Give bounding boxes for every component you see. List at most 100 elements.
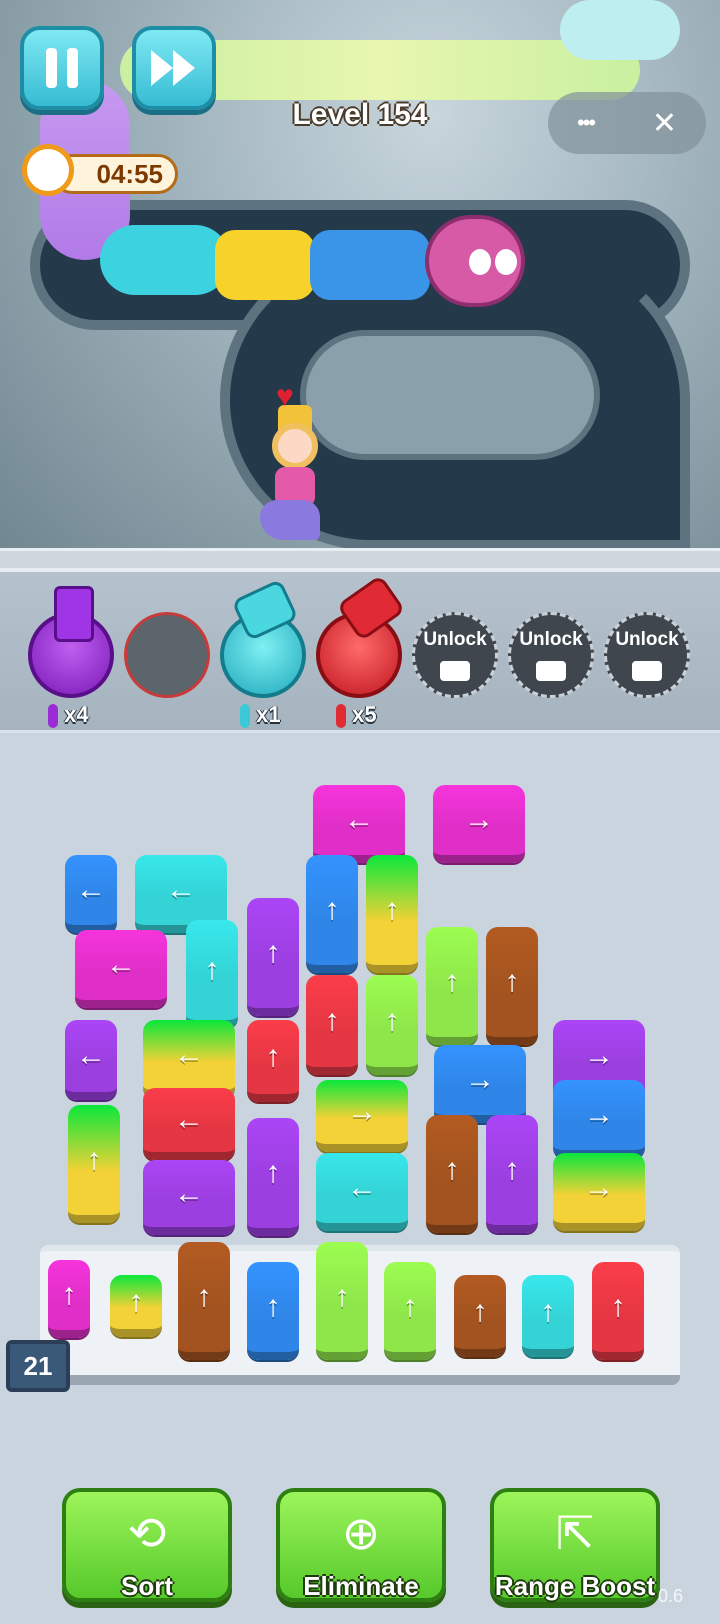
- block-red-up[interactable]: ↑: [306, 975, 358, 1075]
- arrow-up-icon: ↑: [265, 1290, 281, 1323]
- unlock-label: Unlock: [423, 629, 487, 650]
- block-brown-up[interactable]: ↑: [426, 1115, 478, 1233]
- block-green-up[interactable]: ↑: [316, 1242, 368, 1360]
- block-yellow-right[interactable]: →: [553, 1153, 645, 1231]
- track-floor: [0, 548, 720, 570]
- fast-forward-button[interactable]: [132, 26, 216, 110]
- fast-forward-icon: [151, 50, 195, 86]
- arrow-up-icon: ↑: [196, 1280, 212, 1313]
- block-yellow-left[interactable]: ←: [143, 1020, 235, 1098]
- close-button[interactable]: ✕: [652, 106, 677, 141]
- pause-button[interactable]: [20, 26, 104, 110]
- block-magenta-left[interactable]: ←: [313, 785, 405, 863]
- block-blue-right[interactable]: →: [434, 1045, 526, 1123]
- shooter-purple-count: x4: [48, 702, 89, 729]
- timer: 04:55: [22, 140, 178, 196]
- arrow-up-icon: ↑: [265, 1040, 281, 1073]
- arrow-up-icon: ↑: [265, 936, 281, 969]
- unlock-slot-3[interactable]: Unlock: [604, 612, 690, 698]
- block-blue-left[interactable]: ←: [65, 855, 117, 933]
- arrow-left-icon: ←: [166, 873, 196, 906]
- eliminate-booster-button[interactable]: ⊕ Eliminate: [276, 1488, 446, 1602]
- block-purple-left[interactable]: ←: [143, 1160, 235, 1235]
- sort-booster-button[interactable]: ⟲ Sort: [62, 1488, 232, 1602]
- arrow-left-icon: ←: [106, 948, 136, 981]
- video-camera-icon: [440, 661, 470, 681]
- shooter-red[interactable]: [316, 574, 406, 698]
- block-green-up[interactable]: ↑: [366, 975, 418, 1075]
- arrow-up-icon: ↑: [444, 1153, 460, 1186]
- arrow-up-icon: ↑: [384, 1004, 400, 1037]
- video-camera-icon: [632, 661, 662, 681]
- arrow-left-icon: ←: [344, 803, 374, 836]
- unlock-slot-2[interactable]: Unlock: [508, 612, 594, 698]
- dragon-head-icon: [425, 215, 525, 307]
- arrow-right-icon: →: [584, 1098, 614, 1131]
- block-brown-up[interactable]: ↑: [486, 927, 538, 1045]
- block-red-up[interactable]: ↑: [247, 1020, 299, 1102]
- range-boost-booster-button[interactable]: ⇱ Range Boost: [490, 1488, 660, 1602]
- arrow-left-icon: ←: [76, 873, 106, 906]
- block-cyan-left[interactable]: ←: [316, 1153, 408, 1231]
- arrow-up-icon: ↑: [86, 1143, 102, 1176]
- block-purple-up[interactable]: ↑: [247, 1118, 299, 1236]
- shooter-cyan[interactable]: [220, 578, 306, 698]
- block-yellow-up[interactable]: ↑: [366, 855, 418, 973]
- arrow-up-icon: ↑: [444, 965, 460, 998]
- shooter-shelf: x4 x1 x5 Unlock Unlock Unlock: [0, 568, 720, 733]
- arrow-up-icon: ↑: [472, 1295, 488, 1328]
- block-yellow-right[interactable]: →: [316, 1080, 408, 1152]
- arrow-right-icon: →: [584, 1039, 614, 1072]
- block-cyan-up[interactable]: ↑: [522, 1275, 574, 1357]
- queue-counter: 21: [6, 1340, 70, 1392]
- block-yellow-up[interactable]: ↑: [68, 1105, 120, 1223]
- eliminate-icon: ⊕: [341, 1507, 381, 1559]
- arrow-left-icon: ←: [174, 1038, 204, 1071]
- arrow-left-icon: ←: [76, 1039, 106, 1072]
- video-camera-icon: [536, 661, 566, 681]
- unlock-label: Unlock: [615, 629, 679, 650]
- menu-capsule: ••• ✕: [548, 92, 706, 154]
- block-magenta-right[interactable]: →: [433, 785, 525, 863]
- arrow-left-icon: ←: [347, 1171, 377, 1204]
- game-scene: ♥ Level 154 ••• ✕ 04:55: [0, 0, 720, 570]
- block-red-left[interactable]: ←: [143, 1088, 235, 1160]
- block-purple-up[interactable]: ↑: [247, 898, 299, 1016]
- arrow-up-icon: ↑: [204, 953, 220, 986]
- block-yellow-up[interactable]: ↑: [110, 1275, 162, 1337]
- arrow-up-icon: ↑: [334, 1280, 350, 1313]
- arrow-up-icon: ↑: [384, 893, 400, 926]
- shooter-purple[interactable]: [28, 586, 114, 698]
- block-blue-up[interactable]: ↑: [247, 1262, 299, 1360]
- block-brown-up[interactable]: ↑: [454, 1275, 506, 1357]
- sort-icon: ⟲: [127, 1507, 167, 1559]
- block-green-up[interactable]: ↑: [426, 927, 478, 1045]
- shooter-cyan-count: x1: [240, 702, 281, 729]
- arrow-right-icon: →: [584, 1171, 614, 1204]
- more-options-button[interactable]: •••: [577, 110, 596, 136]
- block-red-up[interactable]: ↑: [592, 1262, 644, 1360]
- unlock-label: Unlock: [519, 629, 583, 650]
- arrow-up-icon: ↑: [504, 1153, 520, 1186]
- block-blue-right[interactable]: →: [553, 1080, 645, 1158]
- block-purple-up[interactable]: ↑: [486, 1115, 538, 1233]
- block-cyan-up[interactable]: ↑: [186, 920, 238, 1028]
- pause-icon: [46, 48, 78, 88]
- arrow-up-icon: ↑: [324, 893, 340, 926]
- block-purple-left[interactable]: ←: [65, 1020, 117, 1100]
- arrow-up-icon: ↑: [61, 1278, 77, 1311]
- arrow-up-icon: ↑: [540, 1295, 556, 1328]
- arrow-up-icon: ↑: [265, 1156, 281, 1189]
- block-blue-up[interactable]: ↑: [306, 855, 358, 973]
- level-title: Level 154: [292, 98, 428, 131]
- block-green-up[interactable]: ↑: [384, 1262, 436, 1360]
- shooter-slot-empty[interactable]: [124, 612, 210, 698]
- block-magenta-left[interactable]: ←: [75, 930, 167, 1008]
- block-brown-up[interactable]: ↑: [178, 1242, 230, 1360]
- stopwatch-icon: [22, 144, 74, 196]
- arrow-right-icon: →: [465, 1063, 495, 1096]
- arrow-up-icon: ↑: [324, 1004, 340, 1037]
- unlock-slot-1[interactable]: Unlock: [412, 612, 498, 698]
- arrow-left-icon: ←: [174, 1176, 204, 1210]
- block-magenta-up[interactable]: ↑: [48, 1260, 90, 1338]
